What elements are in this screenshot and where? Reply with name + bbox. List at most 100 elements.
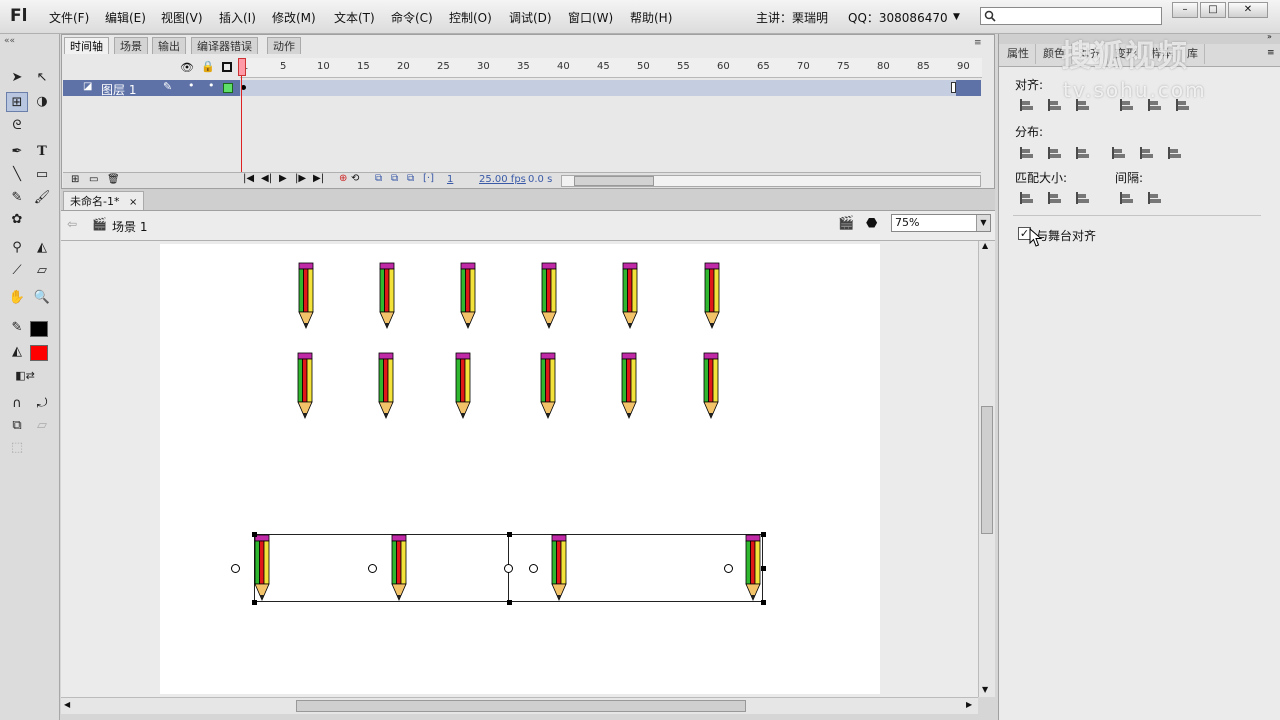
layer-outline-color[interactable] bbox=[223, 83, 233, 93]
layer-visible-dot[interactable]: • bbox=[188, 79, 195, 92]
menu-commands[interactable]: 命令(C) bbox=[391, 9, 433, 26]
playhead[interactable] bbox=[238, 58, 246, 76]
deco-tool-icon[interactable]: ✿ bbox=[6, 210, 28, 230]
registration-point[interactable] bbox=[504, 564, 513, 573]
menu-modify[interactable]: 修改(M) bbox=[272, 9, 316, 26]
subselection-tool-icon[interactable]: ↖ bbox=[31, 68, 53, 88]
match-both-icon[interactable] bbox=[1073, 189, 1091, 205]
distribute-hcenter-icon[interactable] bbox=[1137, 144, 1155, 160]
delete-layer-icon[interactable]: 🗑 bbox=[107, 174, 120, 185]
timeline-scroll-thumb[interactable] bbox=[574, 176, 654, 186]
distribute-left-icon[interactable] bbox=[1109, 144, 1127, 160]
rotate-option-icon[interactable]: ⤾ bbox=[31, 394, 53, 414]
snap-to-objects-icon[interactable]: ∩ bbox=[6, 394, 28, 414]
pencil-symbol[interactable] bbox=[254, 534, 270, 602]
frame-rate[interactable]: 25.00 fps bbox=[479, 174, 526, 185]
tab-actions[interactable]: 动作 bbox=[267, 37, 301, 54]
close-document-icon[interactable]: × bbox=[129, 197, 137, 208]
go-last-frame-icon[interactable]: ▶| bbox=[313, 173, 324, 184]
3d-rotation-tool-icon[interactable]: ◑ bbox=[31, 92, 53, 112]
layer-row[interactable]: ◪ 图层 1 ✎ • • bbox=[63, 79, 981, 98]
pencil-symbol[interactable] bbox=[703, 352, 719, 420]
document-tab[interactable]: 未命名-1* × bbox=[63, 191, 145, 210]
pencil-symbol[interactable] bbox=[298, 262, 314, 330]
brush-tool-icon[interactable]: 🖌 bbox=[31, 188, 53, 208]
eyedropper-tool-icon[interactable]: ⟋ bbox=[6, 261, 28, 281]
registration-point[interactable] bbox=[231, 564, 240, 573]
transform-handle[interactable] bbox=[761, 600, 766, 605]
zoom-dropdown[interactable]: 75% ▼ bbox=[891, 214, 991, 232]
transform-handle[interactable] bbox=[761, 532, 766, 537]
go-first-frame-icon[interactable]: |◀ bbox=[243, 173, 254, 184]
pencil-symbol[interactable] bbox=[541, 262, 557, 330]
frame-ruler[interactable]: 151015202530354045505560657075808590 bbox=[240, 58, 982, 78]
stage-hscroll[interactable]: ◀ ▶ bbox=[61, 697, 978, 714]
space-evenly-vertical-icon[interactable] bbox=[1117, 189, 1135, 205]
transform-handle[interactable] bbox=[761, 566, 766, 571]
chevron-down-icon[interactable]: ▼ bbox=[976, 215, 990, 231]
edit-scene-icon[interactable]: 🎬 bbox=[838, 216, 854, 231]
step-back-icon[interactable]: ◀| bbox=[261, 173, 272, 184]
onion-outline-icon[interactable]: ⧉ bbox=[391, 173, 398, 184]
search-input[interactable] bbox=[980, 7, 1162, 25]
tab-output[interactable]: 输出 bbox=[152, 37, 186, 54]
menu-insert[interactable]: 插入(I) bbox=[219, 9, 256, 26]
distribute-top-icon[interactable] bbox=[1017, 144, 1035, 160]
free-transform-tool-icon[interactable]: ⊞ bbox=[6, 92, 28, 112]
new-folder-icon[interactable]: ▭ bbox=[89, 174, 98, 185]
close-window-button[interactable]: ✕ bbox=[1228, 2, 1268, 18]
menu-text[interactable]: 文本(T) bbox=[334, 9, 375, 26]
tab-timeline[interactable]: 时间轴 bbox=[64, 37, 109, 54]
loop-icon[interactable]: ⟲ bbox=[351, 173, 359, 184]
eraser-tool-icon[interactable]: ▱ bbox=[31, 261, 53, 281]
selection-tool-icon[interactable]: ➤ bbox=[6, 68, 28, 88]
distribute-vcenter-icon[interactable] bbox=[1045, 144, 1063, 160]
pencil-symbol[interactable] bbox=[391, 534, 407, 602]
text-tool-icon[interactable]: T bbox=[31, 142, 53, 162]
back-arrow-icon[interactable]: ⇦ bbox=[67, 217, 77, 231]
stage-align-label[interactable]: 与舞台对齐 bbox=[1036, 227, 1096, 244]
menu-file[interactable]: 文件(F) bbox=[49, 9, 89, 26]
collapse-toolbar-icon[interactable]: «« bbox=[4, 36, 15, 46]
stroke-color-swatch[interactable] bbox=[30, 321, 48, 337]
hscroll-thumb[interactable] bbox=[296, 700, 746, 712]
menu-edit[interactable]: 编辑(E) bbox=[105, 9, 146, 26]
expand-panel-icon[interactable]: » bbox=[1267, 32, 1272, 41]
tab-scene[interactable]: 场景 bbox=[114, 37, 148, 54]
menu-control[interactable]: 控制(O) bbox=[449, 9, 492, 26]
pencil-symbol[interactable] bbox=[540, 352, 556, 420]
paint-bucket-tool-icon[interactable]: ◭ bbox=[31, 238, 53, 258]
pencil-symbol[interactable] bbox=[551, 534, 567, 602]
bone-tool-icon[interactable]: ⚲ bbox=[6, 238, 28, 258]
pencil-symbol[interactable] bbox=[745, 534, 761, 602]
scroll-right-icon[interactable]: ▶ bbox=[966, 700, 972, 709]
zoom-tool-icon[interactable]: 🔍 bbox=[31, 288, 53, 308]
show-hide-all-icon[interactable]: 👁 bbox=[180, 61, 194, 74]
tab-compiler-errors[interactable]: 编译器错误 bbox=[191, 37, 258, 54]
pencil-symbol[interactable] bbox=[460, 262, 476, 330]
align-left-icon[interactable] bbox=[1017, 96, 1035, 112]
pencil-symbol[interactable] bbox=[378, 352, 394, 420]
tab-properties[interactable]: 属性 bbox=[1001, 44, 1036, 64]
pencil-symbol[interactable] bbox=[455, 352, 471, 420]
stage[interactable] bbox=[160, 244, 880, 694]
scene-label[interactable]: 场景 1 bbox=[112, 218, 147, 235]
pencil-symbol[interactable] bbox=[704, 262, 720, 330]
menu-debug[interactable]: 调试(D) bbox=[509, 9, 552, 26]
pencil-tool-icon[interactable]: ✎ bbox=[6, 188, 28, 208]
space-evenly-horizontal-icon[interactable] bbox=[1145, 189, 1163, 205]
transform-handle[interactable] bbox=[507, 600, 512, 605]
pasteboard[interactable] bbox=[61, 241, 978, 697]
pencil-symbol[interactable] bbox=[379, 262, 395, 330]
panel-menu-icon[interactable]: ≡ bbox=[974, 38, 982, 48]
layer-name[interactable]: 图层 1 bbox=[101, 81, 136, 98]
registration-point[interactable] bbox=[724, 564, 733, 573]
play-icon[interactable]: ▶ bbox=[279, 173, 287, 184]
pencil-symbol[interactable] bbox=[622, 262, 638, 330]
line-tool-icon[interactable]: ╲ bbox=[6, 165, 28, 185]
new-layer-icon[interactable]: ⊞ bbox=[71, 174, 79, 185]
rectangle-tool-icon[interactable]: ▭ bbox=[31, 165, 53, 185]
scale-option-icon[interactable]: ⧉ bbox=[6, 416, 28, 436]
minimize-button[interactable]: – bbox=[1172, 2, 1198, 18]
scroll-down-icon[interactable]: ▼ bbox=[982, 685, 988, 694]
